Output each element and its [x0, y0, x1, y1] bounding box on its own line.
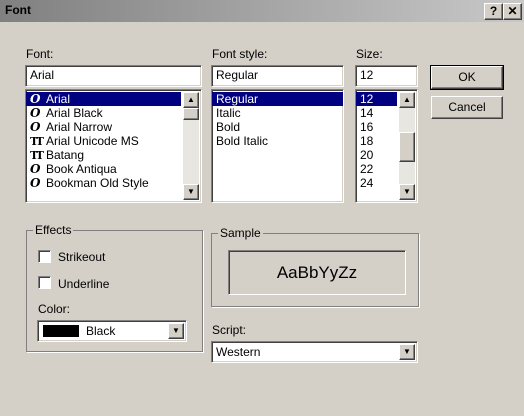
color-select[interactable]: Black ▼: [37, 320, 187, 342]
scroll-thumb[interactable]: [183, 108, 199, 120]
size-list-item[interactable]: 22: [356, 162, 397, 176]
opentype-font-icon: O: [30, 106, 41, 120]
sample-preview: AaBbYyZz: [228, 250, 406, 295]
font-style-list-item[interactable]: Italic: [212, 106, 343, 120]
opentype-font-icon: O: [30, 120, 41, 134]
font-list-item[interactable]: TT Arial Unicode MS: [26, 134, 181, 148]
color-value: Black: [86, 324, 116, 338]
font-name: Arial: [46, 92, 71, 106]
size-input[interactable]: 12: [355, 65, 418, 87]
sample-title: Sample: [218, 226, 263, 240]
strikeout-label[interactable]: Strikeout: [58, 250, 105, 264]
size-list-item[interactable]: 24: [356, 176, 397, 190]
font-list-item[interactable]: TT Batang: [26, 148, 181, 162]
dropdown-arrow-icon[interactable]: ▼: [168, 323, 184, 339]
font-name: Book Antiqua: [46, 162, 117, 176]
script-label: Script:: [212, 323, 247, 337]
size-list-item[interactable]: 20: [356, 148, 397, 162]
opentype-font-icon: O: [30, 92, 41, 106]
underline-label[interactable]: Underline: [58, 277, 109, 291]
effects-title: Effects: [33, 223, 74, 237]
font-name: Bookman Old Style: [46, 176, 149, 190]
size-list-scrollbar[interactable]: ▲ ▼: [399, 92, 415, 200]
font-name-input[interactable]: Arial: [25, 65, 202, 87]
font-list[interactable]: O Arial O Arial Black O Arial Narrow TT Arial U…: [25, 89, 202, 203]
opentype-font-icon: O: [30, 176, 41, 190]
truetype-font-icon: TT: [30, 149, 44, 162]
font-label: Font:: [26, 47, 54, 61]
size-label: Size:: [356, 47, 383, 61]
font-list-item[interactable]: O Arial Black: [26, 106, 181, 120]
font-style-list-item[interactable]: Bold Italic: [212, 134, 343, 148]
underline-checkbox[interactable]: [38, 276, 51, 289]
size-list-item[interactable]: 14: [356, 106, 397, 120]
close-button[interactable]: ✕: [503, 3, 522, 20]
ok-button[interactable]: OK: [430, 65, 504, 90]
opentype-font-icon: O: [30, 162, 41, 176]
font-list-item[interactable]: O Arial: [26, 92, 181, 106]
size-list-item[interactable]: 18: [356, 134, 397, 148]
font-style-list-item[interactable]: Regular: [212, 92, 343, 106]
font-name: Arial Black: [46, 106, 103, 120]
script-select[interactable]: Western ▼: [211, 341, 418, 363]
scroll-down-icon[interactable]: ▼: [399, 184, 415, 200]
truetype-font-icon: TT: [30, 135, 44, 148]
font-list-item[interactable]: O Book Antiqua: [26, 162, 181, 176]
font-name: Arial Unicode MS: [46, 134, 139, 148]
font-name: Arial Narrow: [46, 120, 113, 134]
size-list[interactable]: 12 14 16 18 20 22 24 ▲ ▼: [355, 89, 418, 203]
font-name: Batang: [46, 148, 85, 162]
scroll-thumb[interactable]: [399, 132, 415, 162]
color-label: Color:: [38, 302, 71, 316]
font-list-scrollbar[interactable]: ▲ ▼: [183, 92, 199, 200]
size-list-item[interactable]: 12: [356, 92, 397, 106]
scroll-down-icon[interactable]: ▼: [183, 184, 199, 200]
dropdown-arrow-icon[interactable]: ▼: [399, 344, 415, 360]
scroll-up-icon[interactable]: ▲: [183, 92, 199, 108]
font-style-input[interactable]: Regular: [211, 65, 344, 87]
title-bar[interactable]: Font ? ✕: [0, 0, 524, 22]
font-style-list-item[interactable]: Bold: [212, 120, 343, 134]
script-value: Western: [216, 345, 261, 359]
font-style-list[interactable]: Regular Italic Bold Bold Italic: [211, 89, 344, 203]
help-button[interactable]: ?: [484, 3, 503, 20]
size-list-item[interactable]: 16: [356, 120, 397, 134]
strikeout-checkbox[interactable]: [38, 250, 51, 263]
scroll-up-icon[interactable]: ▲: [399, 92, 415, 108]
cancel-button[interactable]: Cancel: [431, 96, 503, 119]
color-swatch: [43, 325, 79, 337]
font-list-item[interactable]: O Bookman Old Style: [26, 176, 181, 190]
font-style-label: Font style:: [212, 47, 268, 61]
dialog-title: Font: [5, 3, 31, 17]
font-list-item[interactable]: O Arial Narrow: [26, 120, 181, 134]
